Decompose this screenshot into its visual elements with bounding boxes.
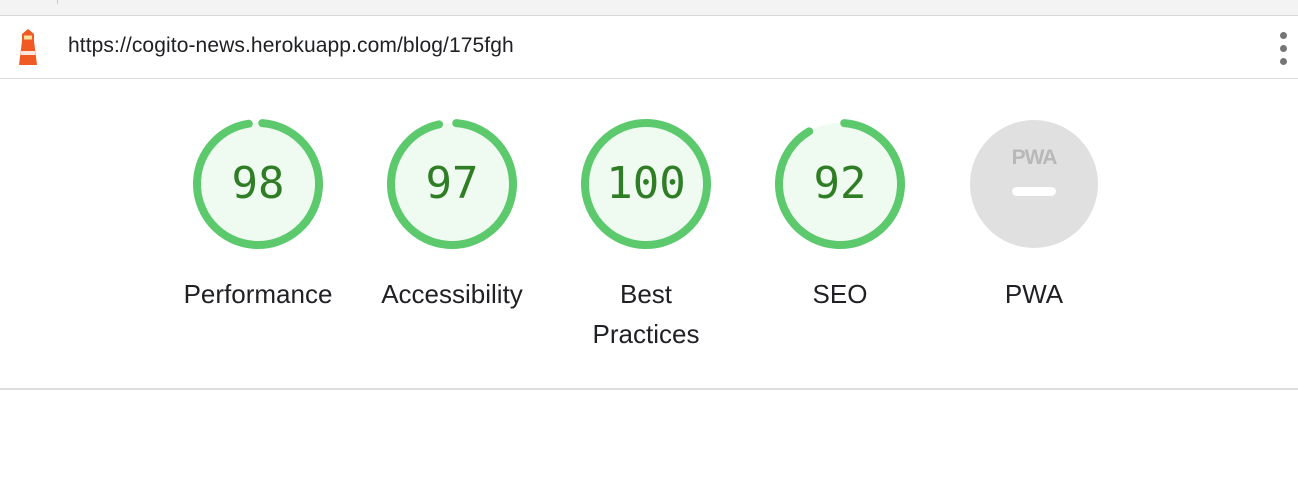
browser-top-strip: [0, 0, 1298, 16]
report-url-bar: https://cogito-news.herokuapp.com/blog/1…: [0, 16, 1298, 79]
score-value: 92: [813, 158, 867, 209]
pwa-dash-icon: [1012, 187, 1056, 196]
gauge-accessibility[interactable]: 97 Accessibility: [362, 118, 542, 314]
gauge-pwa[interactable]: PWA PWA: [944, 118, 1124, 314]
gauge-best-practices[interactable]: 100 Best Practices: [556, 118, 736, 354]
score-gauges: 98 Performance 97 Accessibility 100 Best…: [0, 80, 1298, 388]
gauge-label: Best Practices: [592, 279, 700, 349]
tab-divider: [57, 0, 58, 4]
pwa-badge-icon: PWA: [970, 120, 1098, 248]
score-value: 98: [231, 158, 285, 209]
gauge-seo[interactable]: 92 SEO: [750, 118, 930, 314]
gauge-label: SEO: [812, 279, 868, 309]
report-url: https://cogito-news.herokuapp.com/blog/1…: [68, 34, 514, 57]
gauge-label: PWA: [1004, 279, 1064, 309]
score-value: 97: [425, 158, 479, 209]
lighthouse-icon: [19, 29, 37, 65]
gauge-performance[interactable]: 98 Performance: [168, 118, 348, 314]
section-divider: [0, 388, 1298, 390]
score-value: 100: [606, 158, 686, 209]
pwa-badge-background: [970, 120, 1098, 248]
gauge-label: Accessibility: [381, 279, 523, 309]
pwa-badge-text: PWA: [1012, 146, 1058, 169]
gauge-label: Performance: [183, 279, 333, 309]
kebab-menu-icon[interactable]: [1270, 31, 1296, 65]
